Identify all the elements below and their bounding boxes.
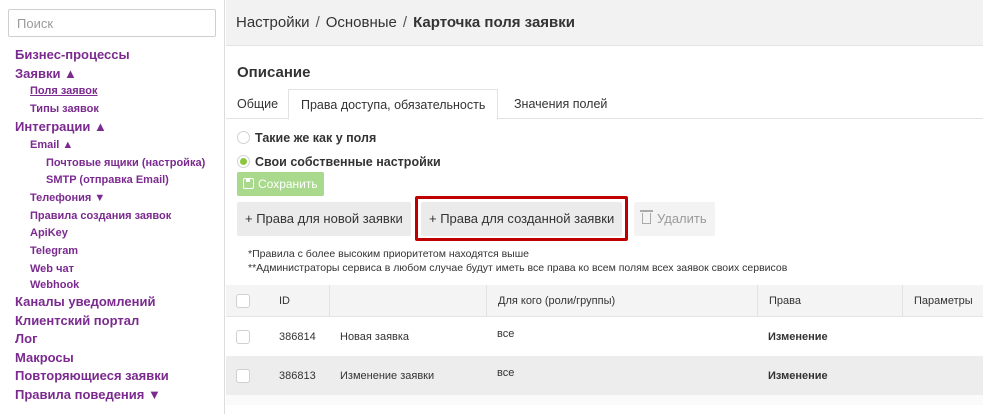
breadcrumb-separator: / xyxy=(315,14,320,31)
select-all-checkbox[interactable] xyxy=(236,293,250,308)
sidebar: Бизнес-процессы Заявки ▲ Поля заявок Тип… xyxy=(0,0,225,414)
delete-button[interactable]: Удалить xyxy=(634,202,715,236)
sidebar-item-requests[interactable]: Заявки ▲ xyxy=(0,65,225,84)
sidebar-item-request-rules[interactable]: Правила создания заявок xyxy=(0,208,225,226)
sidebar-item-apikey[interactable]: ApiKey xyxy=(0,225,225,243)
cell-rights: Изменение xyxy=(768,369,828,382)
sidebar-item-recurring-requests[interactable]: Повторяющиеся заявки xyxy=(0,367,225,386)
sidebar-item-log[interactable]: Лог xyxy=(0,330,225,349)
save-button[interactable]: Сохранить xyxy=(237,172,324,196)
column-header-name[interactable] xyxy=(329,285,486,316)
column-header-id[interactable]: ID xyxy=(268,285,330,316)
radio-button[interactable] xyxy=(237,131,250,144)
cell-name: Изменение заявки xyxy=(340,369,435,382)
radio-own-settings[interactable]: Свои собственные настройки xyxy=(237,153,441,171)
radio-label: Свои собственные настройки xyxy=(255,155,441,169)
tab-field-values[interactable]: Значения полей xyxy=(514,89,607,119)
sidebar-item-behavior-rules[interactable]: Правила поведения ▼ xyxy=(0,386,225,405)
row-checkbox[interactable] xyxy=(236,329,250,344)
trash-icon xyxy=(640,210,653,224)
row-select-cell xyxy=(226,317,268,356)
breadcrumb-general[interactable]: Основные xyxy=(326,14,397,31)
sidebar-item-macros[interactable]: Макросы xyxy=(0,349,225,368)
table-row[interactable]: 386814 Новая заявка все Изменение xyxy=(226,317,983,356)
tab-general[interactable]: Общие xyxy=(237,89,278,119)
cell-id: 386814 xyxy=(279,330,316,343)
sidebar-item-telegram[interactable]: Telegram xyxy=(0,243,225,261)
sidebar-item-mailboxes[interactable]: Почтовые ящики (настройка) xyxy=(0,155,225,173)
column-header-rights[interactable]: Права xyxy=(757,285,902,316)
tab-access-rights[interactable]: Права доступа, обязательность xyxy=(288,89,499,120)
radio-label: Такие же как у поля xyxy=(255,131,377,145)
sidebar-item-webhook[interactable]: Webhook xyxy=(0,278,225,293)
select-all-cell xyxy=(226,285,268,316)
column-header-for-whom[interactable]: Для кого (роли/группы) xyxy=(486,285,757,316)
row-checkbox[interactable] xyxy=(236,368,250,383)
section-title: Описание xyxy=(237,64,311,81)
sidebar-item-request-fields[interactable]: Поля заявок xyxy=(0,83,225,101)
add-rights-created-request-button[interactable]: + Права для созданной заявки xyxy=(421,202,623,236)
cell-id: 386813 xyxy=(279,369,316,382)
sidebar-item-notification-channels[interactable]: Каналы уведомлений xyxy=(0,293,225,312)
cell-name: Новая заявка xyxy=(340,330,410,343)
sidebar-item-telephony[interactable]: Телефония ▼ xyxy=(0,190,225,208)
sidebar-item-web-chat[interactable]: Web чат xyxy=(0,261,225,279)
note-admins: **Администраторы сервиса в любом случае … xyxy=(248,261,788,274)
sidebar-item-request-types[interactable]: Типы заявок xyxy=(0,101,225,119)
page-title: Карточка поля заявки xyxy=(413,14,575,31)
row-select-cell xyxy=(226,356,268,395)
sidebar-item-integrations[interactable]: Интеграции ▲ xyxy=(0,118,225,137)
delete-button-label: Удалить xyxy=(657,211,707,226)
radio-button-selected[interactable] xyxy=(237,155,250,168)
breadcrumb: Настройки / Основные / Карточка поля заявки xyxy=(226,0,983,46)
breadcrumb-settings[interactable]: Настройки xyxy=(236,14,310,31)
cell-for-whom: все xyxy=(497,367,515,379)
tab-bar: Общие Права доступа, обязательность Знач… xyxy=(226,89,983,120)
sidebar-item-business-processes[interactable]: Бизнес-процессы xyxy=(0,46,225,65)
table-header-row: ID Для кого (роли/группы) Права Параметр… xyxy=(226,285,983,317)
radio-same-as-field[interactable]: Такие же как у поля xyxy=(237,129,376,147)
notes: *Правила с более высоким приоритетом нах… xyxy=(248,248,787,275)
sidebar-item-smtp[interactable]: SMTP (отправка Email) xyxy=(0,172,225,190)
cell-for-whom: все xyxy=(497,328,515,340)
table-footer-strip xyxy=(226,395,983,405)
save-button-label: Сохранить xyxy=(258,177,318,191)
add-rights-new-request-button[interactable]: + Права для новой заявки xyxy=(237,202,411,236)
breadcrumb-separator: / xyxy=(402,14,408,31)
note-priority: *Правила с более высоким приоритетом нах… xyxy=(248,248,529,260)
column-header-parameters[interactable]: Параметры xyxy=(902,285,983,316)
main-content: Настройки / Основные / Карточка поля заявки … xyxy=(226,0,983,414)
table-row[interactable]: 386813 Изменение заявки все Изменение xyxy=(226,356,983,395)
floppy-disk-icon xyxy=(243,178,254,189)
cell-rights: Изменение xyxy=(768,330,828,343)
sidebar-item-client-portal[interactable]: Клиентский портал xyxy=(0,312,225,331)
sidebar-nav: Бизнес-процессы Заявки ▲ Поля заявок Тип… xyxy=(0,46,225,404)
sidebar-item-email[interactable]: Email ▲ xyxy=(0,137,225,155)
search-input[interactable] xyxy=(8,9,216,37)
